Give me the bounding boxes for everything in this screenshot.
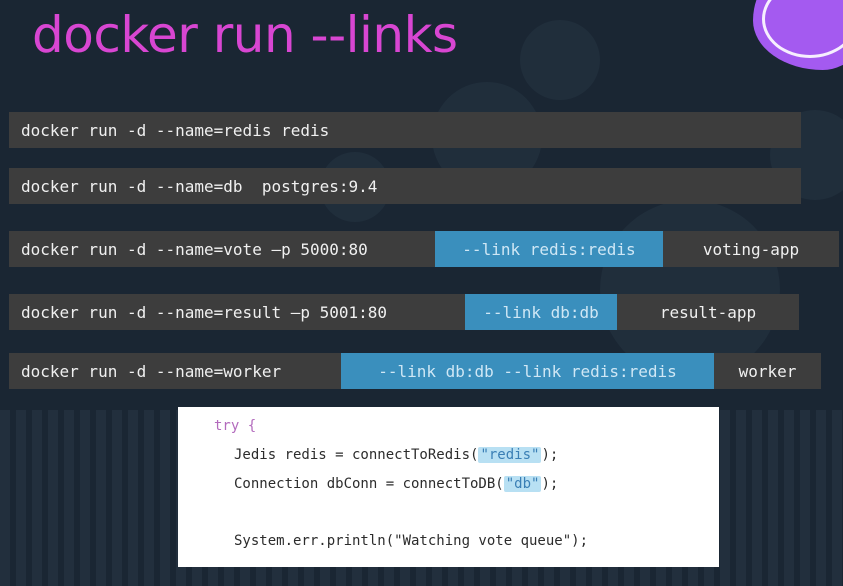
code-text: Connection dbConn = connectToDB( [234, 475, 504, 492]
code-snippet-panel: try { Jedis redis = connectToRedis("redi… [178, 407, 719, 567]
command-text: docker run -d --name=redis redis [9, 112, 801, 148]
command-vote: docker run -d --name=vote –p 5000:80 --l… [9, 231, 839, 267]
code-text: Jedis redis = connectToRedis( [234, 446, 479, 463]
command-result: docker run -d --name=result –p 5001:80 -… [9, 294, 799, 330]
code-line-redis: Jedis redis = connectToRedis("redis"); [214, 440, 719, 469]
command-text: docker run -d --name=worker [9, 353, 341, 389]
link-option-highlight: --link db:db [465, 294, 617, 330]
command-db: docker run -d --name=db postgres:9.4 [9, 168, 801, 204]
image-name: result-app [617, 294, 799, 330]
code-keyword: try [214, 417, 240, 434]
code-text: System.err.println("Watching vote queue"… [234, 532, 589, 549]
command-text: docker run -d --name=vote –p 5000:80 [9, 231, 435, 267]
code-string-highlight: "db" [503, 475, 542, 492]
link-option-highlight: --link db:db --link redis:redis [341, 353, 714, 389]
command-redis: docker run -d --name=redis redis [9, 112, 801, 148]
slide-title: docker run --links [32, 6, 458, 64]
background-circle [520, 20, 600, 100]
image-name: worker [714, 353, 821, 389]
code-string-highlight: "redis" [478, 446, 542, 463]
command-text: docker run -d --name=db postgres:9.4 [9, 168, 801, 204]
image-name: voting-app [663, 231, 839, 267]
code-line-db: Connection dbConn = connectToDB("db"); [214, 469, 719, 498]
code-text: ); [541, 475, 559, 492]
code-text: ); [541, 446, 559, 463]
command-text: docker run -d --name=result –p 5001:80 [9, 294, 465, 330]
code-brace: { [239, 417, 257, 434]
code-line-try: try { [214, 411, 719, 440]
command-worker: docker run -d --name=worker --link db:db… [9, 353, 821, 389]
link-option-highlight: --link redis:redis [435, 231, 663, 267]
code-line-println: System.err.println("Watching vote queue"… [214, 526, 719, 555]
